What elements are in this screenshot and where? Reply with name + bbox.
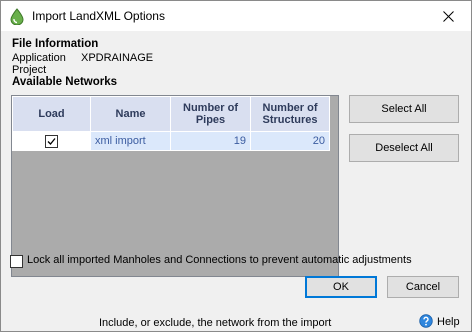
cancel-button[interactable]: Cancel	[387, 276, 459, 298]
application-label: Application	[12, 52, 66, 64]
select-all-button[interactable]: Select All	[349, 95, 459, 123]
checkmark-icon	[47, 137, 56, 145]
table-row[interactable]: xml import 19 20	[12, 131, 330, 151]
file-information-heading: File Information	[12, 38, 99, 50]
column-header-pipes[interactable]: Number of Pipes	[170, 96, 251, 132]
column-header-name[interactable]: Name	[90, 96, 171, 132]
close-icon	[442, 10, 454, 22]
column-header-structures[interactable]: Number of Structures	[250, 96, 330, 132]
load-cell[interactable]	[12, 131, 91, 151]
app-drop-icon	[10, 8, 24, 25]
project-label: Project	[12, 64, 47, 76]
status-bar-text: Include, or exclude, the network from th…	[99, 317, 332, 329]
help-icon[interactable]	[419, 314, 433, 328]
import-landxml-dialog: Import LandXML Options File Information …	[0, 0, 472, 332]
column-header-load[interactable]: Load	[12, 96, 91, 132]
pipes-count-cell[interactable]: 19	[170, 131, 251, 151]
available-networks-heading: Available Networks	[12, 76, 118, 88]
window-title: Import LandXML Options	[32, 9, 165, 23]
networks-grid[interactable]: Load Name Number of Pipes Number of Stru…	[11, 95, 339, 277]
title-bar: Import LandXML Options	[1, 1, 471, 31]
application-value: XPDRAINAGE	[81, 52, 154, 64]
table-header-row: Load Name Number of Pipes Number of Stru…	[12, 96, 330, 132]
close-button[interactable]	[425, 1, 471, 31]
networks-table: Load Name Number of Pipes Number of Stru…	[12, 96, 330, 151]
lock-manholes-label[interactable]: Lock all imported Manholes and Connectio…	[27, 254, 412, 266]
deselect-all-button[interactable]: Deselect All	[349, 134, 459, 162]
help-link[interactable]: Help	[437, 316, 460, 328]
ok-button[interactable]: OK	[305, 276, 377, 298]
load-checkbox[interactable]	[45, 134, 58, 148]
network-name-cell[interactable]: xml import	[90, 131, 171, 151]
structures-count-cell[interactable]: 20	[250, 131, 330, 151]
lock-manholes-checkbox[interactable]	[10, 255, 23, 268]
